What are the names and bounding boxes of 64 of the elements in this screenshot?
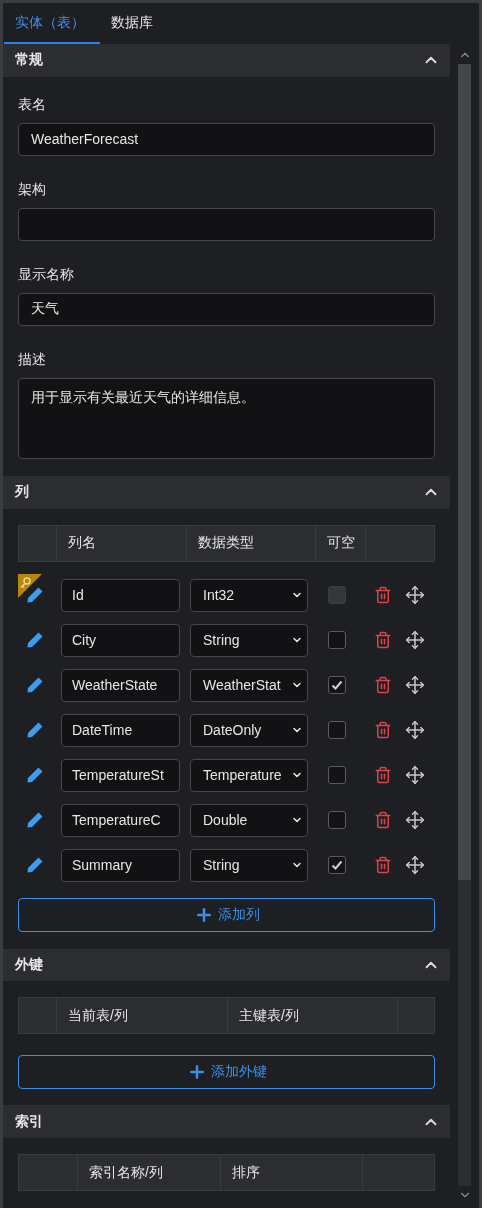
nullable-checkbox[interactable] — [328, 856, 346, 874]
text-field[interactable]: WeatherForecast — [18, 122, 435, 156]
column-heading: 索引名称/列 — [89, 1163, 163, 1182]
scrollbar-thumb[interactable] — [458, 64, 471, 880]
scrollbar-track[interactable] — [458, 64, 471, 1186]
column-heading: 当前表/列 — [68, 1006, 128, 1025]
nullable-checkbox[interactable] — [328, 766, 346, 784]
tab[interactable]: 数据库 — [100, 3, 168, 44]
column-name-field[interactable]: TemperatureSt — [61, 758, 180, 792]
nullable-checkbox[interactable] — [328, 676, 346, 694]
delete-icon[interactable] — [374, 856, 392, 874]
field-label: 描述 — [18, 349, 47, 369]
data-type-select[interactable]: DateOnly — [190, 713, 308, 747]
section-header[interactable]: 索引 — [3, 1105, 450, 1138]
move-icon[interactable] — [405, 630, 425, 650]
move-icon[interactable] — [405, 675, 425, 695]
data-type-select[interactable]: Temperature — [190, 758, 308, 792]
move-icon[interactable] — [405, 720, 425, 740]
column-heading: 可空 — [327, 534, 355, 552]
pencil-icon[interactable] — [26, 676, 44, 694]
delete-icon[interactable] — [374, 676, 392, 694]
add-column-button[interactable]: 添加列 — [18, 897, 435, 932]
move-icon[interactable] — [405, 855, 425, 875]
section-title: 索引 — [15, 1112, 43, 1131]
data-type-select[interactable]: WeatherStat — [190, 668, 308, 702]
section-title: 外键 — [15, 955, 43, 974]
description-field[interactable]: 用于显示有关最近天气的详细信息。 — [18, 377, 435, 459]
section-title: 常规 — [15, 51, 43, 70]
nullable-checkbox[interactable] — [328, 811, 346, 829]
section-header[interactable]: 列 — [3, 475, 450, 509]
pencil-icon[interactable] — [26, 811, 44, 829]
delete-icon[interactable] — [374, 631, 392, 649]
column-heading: 主键表/列 — [239, 1006, 299, 1025]
pencil-icon[interactable] — [26, 766, 44, 784]
field-label: 表名 — [18, 94, 47, 114]
data-type-select[interactable]: Double — [190, 803, 308, 837]
data-type-select[interactable]: String — [190, 848, 308, 882]
move-icon[interactable] — [405, 810, 425, 830]
data-type-select[interactable]: String — [190, 623, 308, 657]
text-field[interactable] — [18, 207, 435, 241]
field-label: 架构 — [18, 179, 47, 199]
delete-icon[interactable] — [374, 721, 392, 739]
field-label: 显示名称 — [18, 264, 75, 284]
column-heading: 数据类型 — [198, 534, 254, 552]
add-foreign-key-button[interactable]: 添加外键 — [18, 1055, 435, 1090]
column-name-field[interactable]: TemperatureC — [61, 803, 180, 837]
column-heading: 排序 — [232, 1163, 260, 1182]
column-name-field[interactable]: Summary — [61, 848, 180, 882]
delete-icon[interactable] — [374, 811, 392, 829]
nullable-checkbox[interactable] — [328, 721, 346, 739]
move-icon[interactable] — [405, 765, 425, 785]
column-name-field[interactable]: DateTime — [61, 713, 180, 747]
section-title: 列 — [15, 483, 29, 502]
section-header[interactable]: 外键 — [3, 948, 450, 982]
pencil-icon[interactable] — [26, 856, 44, 874]
pencil-icon[interactable] — [26, 721, 44, 739]
column-name-field[interactable]: City — [61, 623, 180, 657]
pencil-icon[interactable] — [26, 631, 44, 649]
column-name-field[interactable]: WeatherState — [61, 668, 180, 702]
nullable-checkbox[interactable] — [328, 631, 346, 649]
section-header[interactable]: 常规 — [3, 44, 450, 77]
delete-icon[interactable] — [374, 766, 392, 784]
column-heading: 列名 — [68, 534, 96, 552]
text-field[interactable]: 天气 — [18, 292, 435, 326]
